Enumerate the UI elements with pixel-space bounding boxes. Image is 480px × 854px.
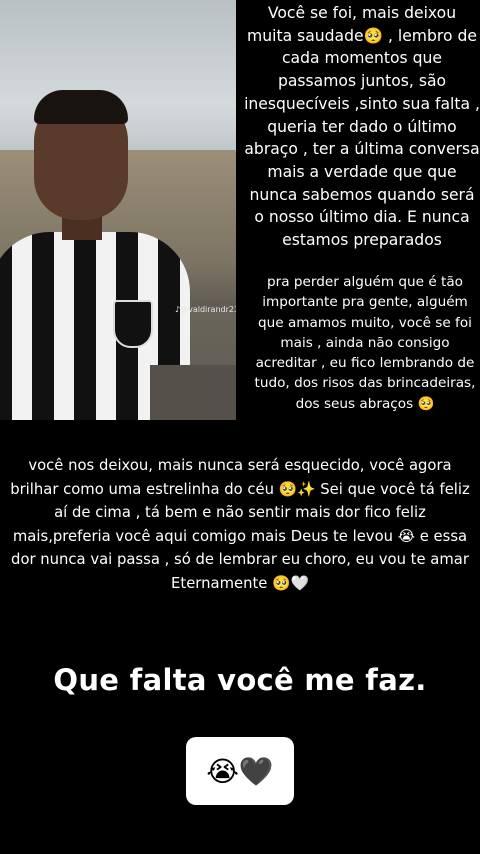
tiktok-watermark: ♪@valdirandr2336	[175, 305, 236, 314]
hair	[34, 90, 128, 124]
crying-heart-emoji-icon: 😭🖤	[206, 754, 274, 788]
headline: Que falta você me faz.	[0, 662, 480, 698]
headline-text: Que falta você me faz.	[53, 663, 427, 697]
memorial-photo: ♪@valdirandr2336	[0, 0, 236, 420]
tribute-text-body: você nos deixou, mais nunca será esqueci…	[10, 457, 470, 592]
tribute-text-top: Você se foi, mais deixou muita saudade🥺 …	[244, 4, 480, 250]
tribute-text-middle: pra perder alguém que é tão importante p…	[254, 274, 476, 412]
club-crest	[113, 300, 153, 348]
emoji-sticker[interactable]: 😭🖤	[186, 737, 294, 805]
boat-rail	[150, 365, 236, 420]
